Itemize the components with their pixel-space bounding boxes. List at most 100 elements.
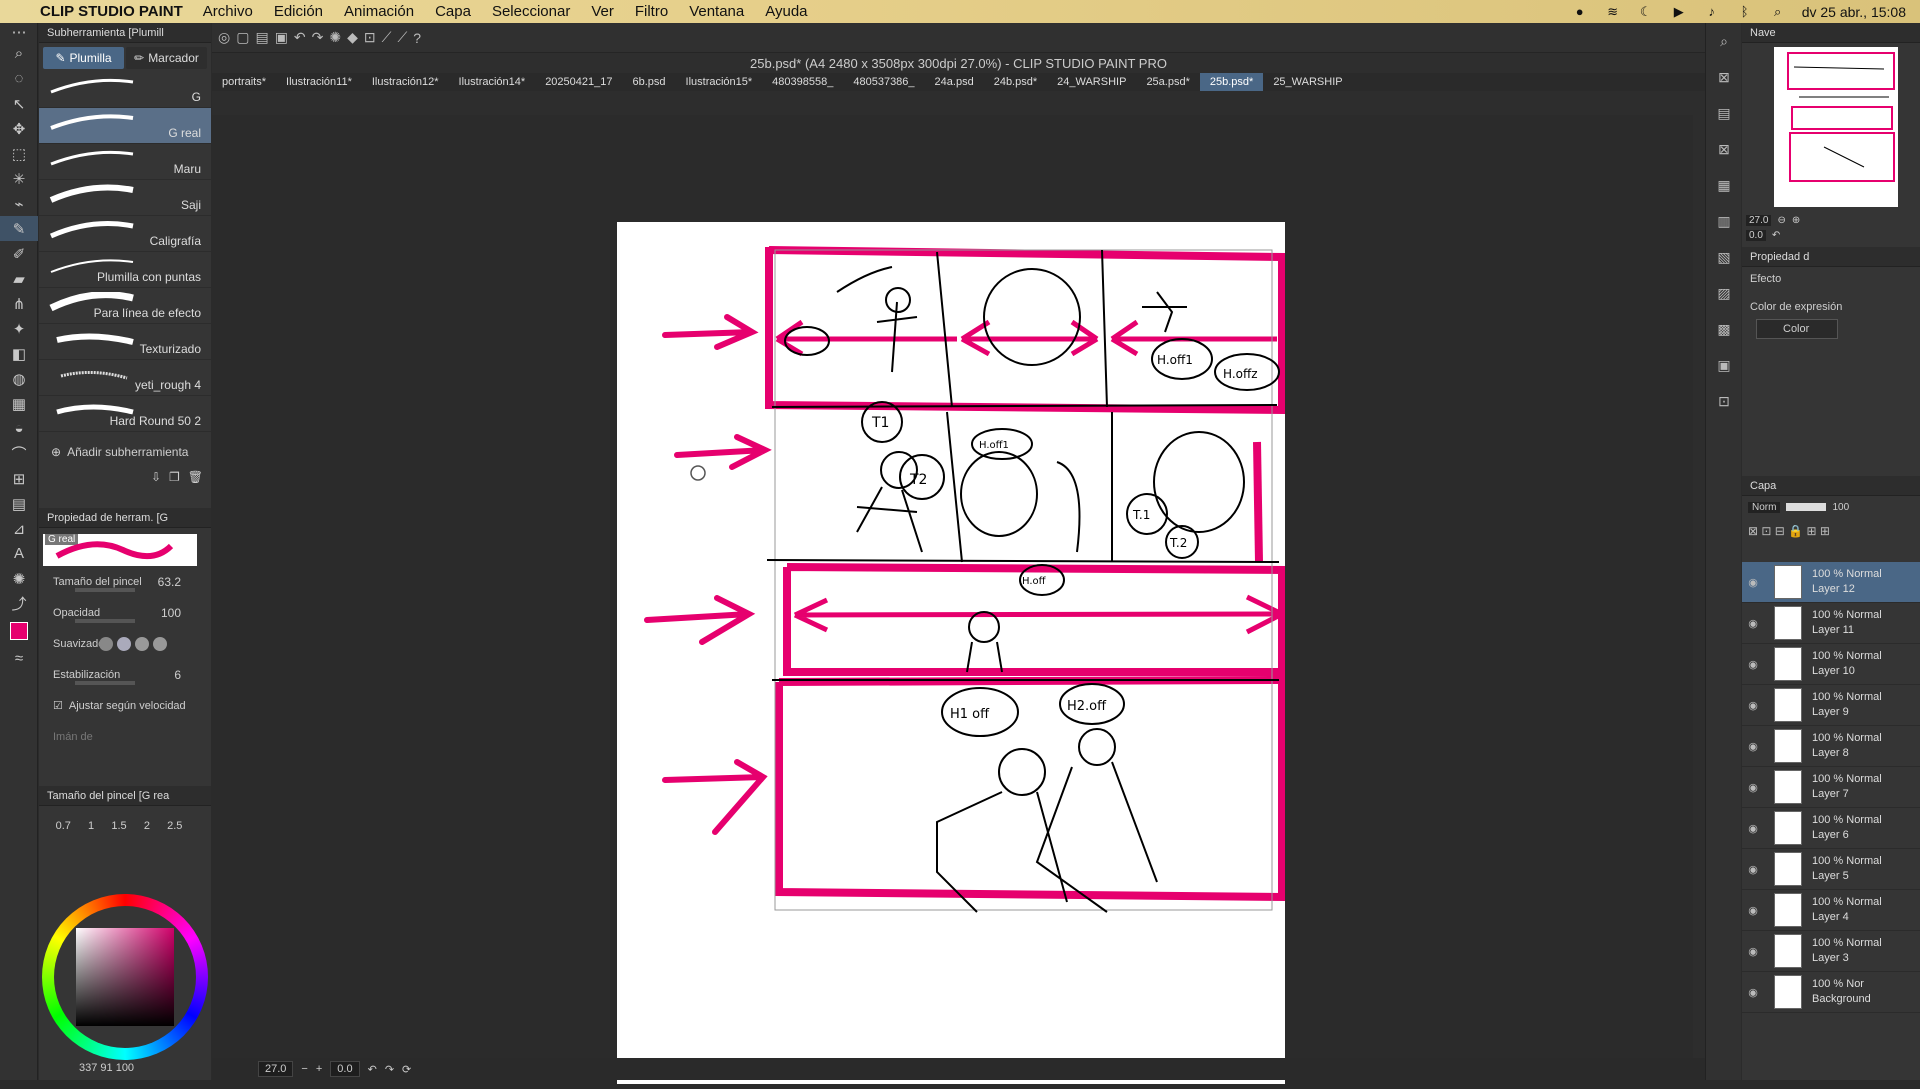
frame-tool-icon[interactable]: ⊞ [0, 466, 38, 491]
layer-row[interactable]: ◉ 100 % Normal Layer 5 [1742, 849, 1920, 890]
app-name[interactable]: CLIP STUDIO PAINT [40, 3, 183, 20]
clip-studio-icon[interactable]: ◎ [218, 29, 230, 46]
eye-icon[interactable]: ◉ [1742, 945, 1764, 958]
layer-row[interactable]: ◉ 100 % Normal Layer 6 [1742, 808, 1920, 849]
menu-filtro[interactable]: Filtro [635, 3, 668, 20]
brush-item-plumilla-puntas[interactable]: Plumilla con puntas [39, 252, 211, 288]
opacity-slider[interactable] [75, 619, 135, 623]
brush-item-g[interactable]: G [39, 72, 211, 108]
zoom-input[interactable]: 27.0 [258, 1061, 294, 1077]
eye-icon[interactable]: ◉ [1742, 904, 1764, 917]
layer-lock-icon[interactable]: ⊠ ⊡ ⊟ 🔒 ⊞ ⊞ [1748, 524, 1830, 538]
tab-item[interactable]: 24b.psd* [984, 73, 1047, 91]
tab-item[interactable]: portraits* [212, 73, 276, 91]
eyedropper-icon[interactable]: ⌁ [0, 191, 38, 216]
blend-mode-select[interactable]: Norm [1748, 501, 1781, 513]
size-preset[interactable]: 0.7 [56, 820, 71, 832]
correct-line-tool-icon[interactable]: ⤴ [0, 591, 38, 616]
gradient-tool-icon[interactable]: ◒ [0, 416, 38, 441]
snap-ruler-icon[interactable]: ⟋ [382, 29, 392, 46]
tab-item[interactable]: 25a.psd* [1136, 73, 1199, 91]
menu-ventana[interactable]: Ventana [689, 3, 744, 20]
tab-item[interactable]: 24a.psd [925, 73, 984, 91]
layer-opacity-slider[interactable] [1786, 503, 1827, 511]
menu-archivo[interactable]: Archivo [203, 3, 253, 20]
layer-row[interactable]: ◉ 100 % Normal Layer 7 [1742, 767, 1920, 808]
decoration-tool-icon[interactable]: ✦ [0, 316, 38, 341]
transform-icon[interactable]: ⊡ [364, 29, 376, 46]
brush-item-g-real[interactable]: G real [39, 108, 211, 144]
size-preset[interactable]: 1 [88, 820, 94, 832]
tab-item[interactable]: 20250421_17 [535, 73, 622, 91]
blend-tool-icon[interactable]: ◍ [0, 366, 38, 391]
tab-marcador[interactable]: ✏ Marcador [126, 47, 207, 69]
zoom-tool-icon[interactable]: ⌕ [0, 41, 38, 66]
help-icon[interactable]: ? [413, 30, 421, 46]
fill-icon[interactable]: ◆ [347, 29, 358, 46]
layer-row[interactable]: ◉ 100 % Normal Layer 9 [1742, 685, 1920, 726]
eye-icon[interactable]: ◉ [1742, 658, 1764, 671]
reset-icon[interactable]: ⟳ [402, 1063, 411, 1076]
timeline-icon[interactable]: ▧ [1706, 239, 1742, 275]
brush-item-hard-round[interactable]: Hard Round 50 2 [39, 396, 211, 432]
history-icon[interactable]: ▦ [1706, 167, 1742, 203]
material-icon[interactable]: ⊠ [1706, 59, 1742, 95]
undo-icon[interactable]: ↶ [294, 29, 306, 46]
tab-item[interactable]: 24_WARSHIP [1047, 73, 1136, 91]
brush-size-slider[interactable] [75, 588, 135, 592]
brush-item-texturizado[interactable]: Texturizado [39, 324, 211, 360]
add-subtool-button[interactable]: ⊕ Añadir subherramienta [39, 438, 211, 466]
airbrush-tool-icon[interactable]: ⋔ [0, 291, 38, 316]
rotation-input[interactable]: 0.0 [330, 1061, 360, 1077]
eye-icon[interactable]: ◉ [1742, 699, 1764, 712]
settings-icon[interactable]: ✺ [329, 29, 341, 46]
menu-seleccionar[interactable]: Seleccionar [492, 3, 570, 20]
menu-capa[interactable]: Capa [435, 3, 471, 20]
tab-item[interactable]: Ilustración14* [449, 73, 536, 91]
color-square[interactable] [76, 928, 174, 1026]
menu-animacion[interactable]: Animación [344, 3, 414, 20]
rotate-icon[interactable]: ↶ [1772, 230, 1780, 241]
pen-tool-icon[interactable]: ✎ [0, 216, 38, 241]
tab-item[interactable]: Ilustración11* [276, 73, 362, 91]
menubar-datetime[interactable]: dv 25 abr., 15:08 [1802, 4, 1906, 20]
size-preset[interactable]: 2 [144, 820, 150, 832]
volume-icon[interactable]: ♪ [1703, 4, 1721, 19]
play-icon[interactable]: ▶ [1670, 4, 1688, 19]
size-preset[interactable]: 1.5 [111, 820, 126, 832]
snap-special-icon[interactable]: ⟋ [397, 29, 407, 46]
eraser-tool-icon[interactable]: ◧ [0, 341, 38, 366]
eye-icon[interactable]: ◉ [1742, 822, 1764, 835]
eye-icon[interactable]: ◉ [1742, 781, 1764, 794]
operation-tool-icon[interactable]: ↖ [0, 91, 38, 116]
brush-item-yeti-rough[interactable]: yeti_rough 4 [39, 360, 211, 396]
pencil-tool-icon[interactable]: ✐ [0, 241, 38, 266]
navigator-icon[interactable]: ⌕ [1706, 23, 1742, 59]
layer-row[interactable]: ◉ 100 % Normal Layer 12 [1742, 562, 1920, 603]
stabilization-row[interactable]: Estabilización 6 [39, 659, 211, 690]
menu-ver[interactable]: Ver [591, 3, 614, 20]
navigator-preview[interactable] [1774, 47, 1898, 207]
wifi-icon[interactable]: ≋ [1604, 4, 1622, 19]
brush-item-caligrafia[interactable]: Caligrafía [39, 216, 211, 252]
rotate-right-icon[interactable]: ↷ [385, 1063, 394, 1076]
tab-item[interactable]: 480398558_ [762, 73, 843, 91]
menu-edicion[interactable]: Edición [274, 3, 323, 20]
redo-icon[interactable]: ↷ [312, 29, 324, 46]
magic-wand-icon[interactable]: ✳ [0, 166, 38, 191]
eye-icon[interactable]: ◉ [1742, 617, 1764, 630]
eye-icon[interactable]: ◉ [1742, 576, 1764, 589]
stabilization-slider[interactable] [75, 681, 135, 685]
canvas-area[interactable]: T1 T2 H.off1 H.offz H.off1 T.1 T.2 H1 of… [212, 115, 1693, 1084]
navigator-zoom[interactable]: 27.0 [1746, 215, 1772, 226]
layer-row[interactable]: ◉ 100 % Nor Background [1742, 972, 1920, 1013]
expression-color-select[interactable]: Color [1756, 319, 1838, 339]
save-icon[interactable]: ▣ [275, 29, 288, 46]
size-preset[interactable]: 2.5 [167, 820, 182, 832]
text-tool-icon[interactable]: A [0, 541, 38, 566]
layer-opacity-value[interactable]: 100 [1832, 502, 1849, 513]
auto-action-icon[interactable]: ▥ [1706, 203, 1742, 239]
search-icon[interactable]: ⌕ [1769, 4, 1787, 19]
move-tool-icon[interactable]: ✥ [0, 116, 38, 141]
tab-item-active[interactable]: 25b.psd* [1199, 73, 1264, 91]
